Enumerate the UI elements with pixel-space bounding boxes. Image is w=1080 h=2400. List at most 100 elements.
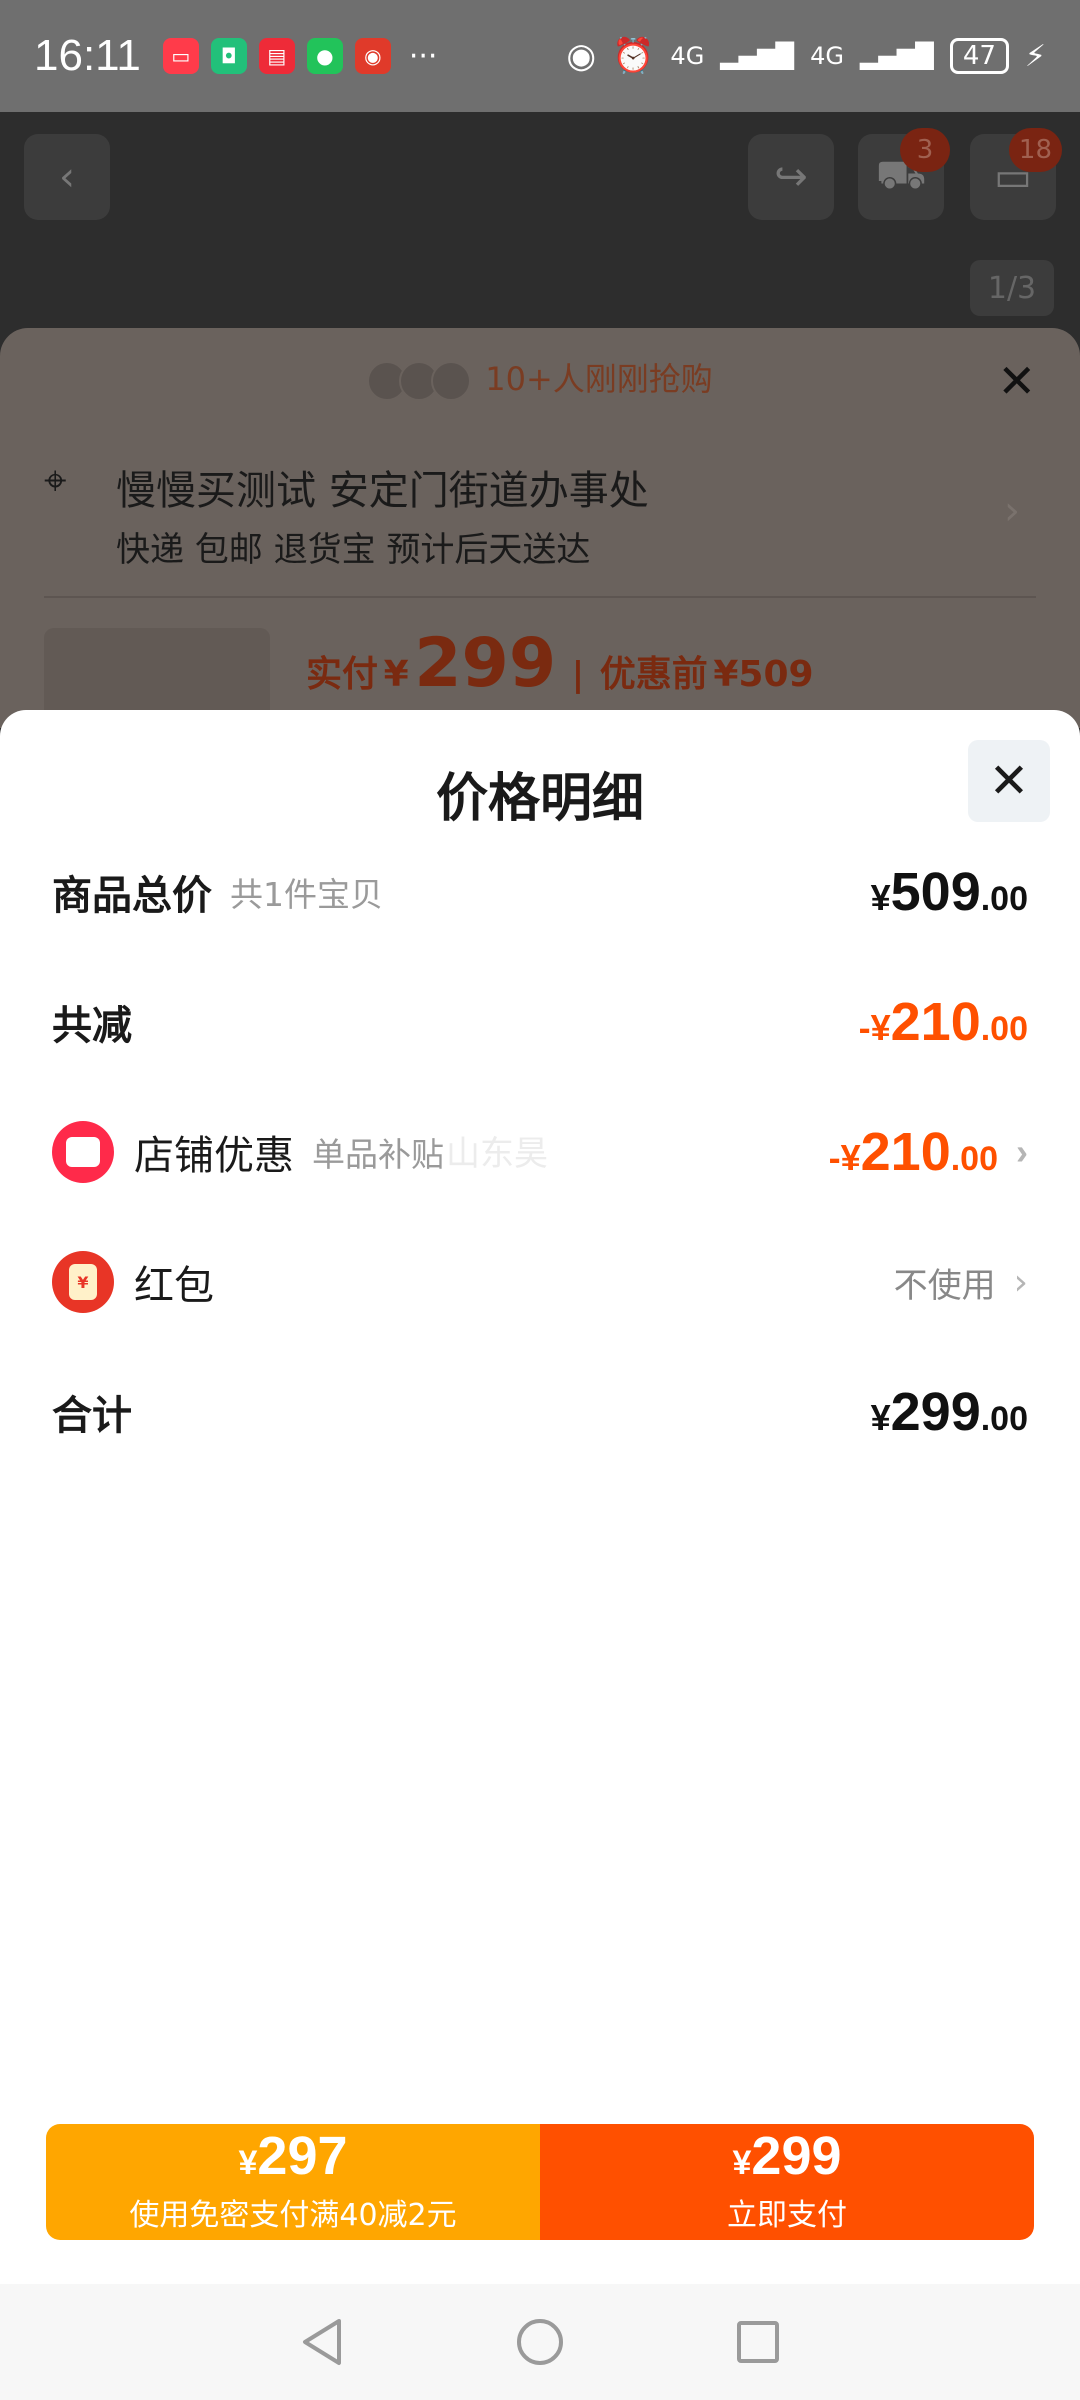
back-icon: ‹ xyxy=(59,154,75,200)
recent-buyers: 10+人刚刚抢购 xyxy=(0,354,1080,401)
cart-button[interactable]: ⛟ 3 xyxy=(858,128,950,220)
store-discount-label: 店铺优惠 xyxy=(134,1133,294,1179)
goods-count: 共1件宝贝 xyxy=(230,875,383,914)
more-notifications-icon: ··· xyxy=(408,38,438,74)
red-packet-label: 红包 xyxy=(134,1263,214,1309)
red-packet-icon: ¥ xyxy=(52,1251,114,1313)
price-separator: | xyxy=(571,655,585,695)
nav-back-button[interactable] xyxy=(297,2317,347,2367)
currency: ¥ xyxy=(870,877,891,918)
password-free-pay-button[interactable]: ¥297 使用免密支付满40减2元 xyxy=(46,2124,540,2240)
amount-integer: 299 xyxy=(890,1382,981,1442)
deal-app-icon: ◉ xyxy=(354,38,391,74)
nav-home-button[interactable] xyxy=(515,2317,565,2367)
buyers-text: 10+人刚刚抢购 xyxy=(485,360,713,398)
amount: 297 xyxy=(257,2126,348,2186)
amount-decimal: .00 xyxy=(950,1140,998,1178)
address-line1: 慢慢买测试 安定门街道办事处 xyxy=(116,468,649,514)
buyer-avatars xyxy=(367,361,477,401)
currency: -¥ xyxy=(828,1137,861,1178)
divider xyxy=(44,596,1036,598)
amount-decimal: .00 xyxy=(980,880,1028,918)
currency: ¥ xyxy=(870,1397,891,1438)
nav-recents-button[interactable] xyxy=(733,2317,783,2367)
amount-integer: 210 xyxy=(890,992,981,1052)
battery-level: 47 xyxy=(949,38,1009,74)
pay-now-button[interactable]: ¥299 立即支付 xyxy=(540,2124,1034,2240)
signal-icon-2: ▂▄▆█ xyxy=(860,42,934,70)
robot-app-icon: ◘ xyxy=(210,38,247,74)
notification-icons: ▭ ◘ ▤ ● ◉ xyxy=(162,38,391,74)
pay-bar: ¥297 使用免密支付满40减2元 ¥299 立即支付 xyxy=(46,2124,1034,2240)
message-button[interactable]: ▭ 18 xyxy=(970,128,1062,220)
amount-integer: 210 xyxy=(860,1122,951,1182)
password-free-label: 使用免密支付满40减2元 xyxy=(129,2198,457,2233)
goods-total-label: 商品总价 xyxy=(52,873,212,919)
goods-total-amount: ¥509.00 xyxy=(871,861,1028,923)
status-right: ◉ ⏰ 4G ▂▄▆█ 4G ▂▄▆█ 47 ⚡ xyxy=(566,36,1046,76)
eye-icon: ◉ xyxy=(566,36,597,76)
store-discount-amount: -¥ 210.00 › xyxy=(829,1121,1028,1183)
row-goods-total: 商品总价 共1件宝贝 ¥509.00 xyxy=(52,852,1028,932)
avatar xyxy=(431,361,472,401)
network-signal-2: 4G xyxy=(810,42,844,70)
store-icon xyxy=(52,1121,114,1183)
before-discount-label: 优惠前 xyxy=(599,654,708,695)
row-red-packet[interactable]: ¥ 红包 不使用 › xyxy=(52,1242,1028,1322)
wechat-icon: ● xyxy=(306,38,343,74)
red-packet-status-group: 不使用 › xyxy=(894,1258,1028,1307)
back-triangle-icon xyxy=(303,2319,341,2365)
chevron-right-icon: › xyxy=(1004,488,1020,534)
row-total-reduction: 共减 -¥ 210.00 xyxy=(52,982,1028,1062)
alarm-icon: ⏰ xyxy=(612,36,655,76)
pay-amount: 299 xyxy=(414,624,557,703)
status-time: 16:11 xyxy=(34,31,141,80)
currency: ¥ xyxy=(732,2144,752,2182)
store-discount-sub: 单品补贴 xyxy=(312,1135,444,1174)
message-badge: 18 xyxy=(1008,128,1062,172)
pay-now-amount: ¥299 xyxy=(732,2129,841,2197)
order-sheet-close-icon[interactable]: ✕ xyxy=(997,354,1036,408)
message-app-icon: ▤ xyxy=(258,38,295,74)
back-button[interactable]: ‹ xyxy=(24,134,110,220)
network-signal-1: 4G xyxy=(670,42,705,70)
currency: ¥ xyxy=(238,2144,258,2182)
amount-integer: 509 xyxy=(890,862,981,922)
actual-pay-price: 实付 ¥ 299 | 优惠前 ¥509 xyxy=(306,624,814,703)
address-line2: 快递 包邮 退货宝 预计后天送达 xyxy=(116,530,591,570)
order-sheet-behind: 10+人刚刚抢购 ✕ ⌖ 慢慢买测试 安定门街道办事处 快递 包邮 退货宝 预计… xyxy=(0,328,1080,738)
huawei-app-icon: ▭ xyxy=(162,38,199,74)
chevron-right-icon: › xyxy=(1013,1261,1028,1303)
amount-decimal: .00 xyxy=(980,1010,1028,1048)
share-icon: ↪ xyxy=(774,154,808,200)
amount: 299 xyxy=(751,2126,842,2186)
recents-square-icon xyxy=(737,2321,779,2363)
pay-label: 实付 xyxy=(306,654,379,695)
image-counter: 1/3 xyxy=(970,260,1054,316)
close-icon: ✕ xyxy=(988,753,1030,809)
share-button[interactable]: ↪ xyxy=(748,134,834,220)
reduction-amount: -¥ 210.00 xyxy=(859,991,1028,1053)
cart-badge: 3 xyxy=(900,128,950,172)
sheet-title: 价格明细 xyxy=(435,769,644,829)
reduction-label: 共减 xyxy=(52,1003,132,1049)
pay-currency: ¥ xyxy=(383,654,409,695)
red-packet-status: 不使用 xyxy=(893,1265,996,1306)
status-bar: 16:11 ▭ ◘ ▤ ● ◉ ··· ◉ ⏰ 4G ▂▄▆█ 4G ▂▄▆█ … xyxy=(0,0,1080,112)
amount-decimal: .00 xyxy=(980,1400,1028,1438)
delivery-address[interactable]: ⌖ 慢慢买测试 安定门街道办事处 快递 包邮 退货宝 预计后天送达 xyxy=(44,458,649,570)
charging-icon: ⚡ xyxy=(1024,38,1046,74)
home-circle-icon xyxy=(517,2319,563,2365)
close-button[interactable]: ✕ xyxy=(968,740,1050,822)
currency: -¥ xyxy=(858,1007,891,1048)
password-free-amount: ¥297 xyxy=(238,2129,347,2197)
system-navigation-bar xyxy=(0,2284,1080,2400)
before-discount-amount: ¥509 xyxy=(713,654,814,695)
chevron-right-icon: › xyxy=(1016,1131,1028,1172)
pay-now-label: 立即支付 xyxy=(727,2198,847,2233)
location-pin-icon: ⌖ xyxy=(44,458,67,504)
watermark: 山东昊 xyxy=(446,1134,548,1174)
grand-total-amount: ¥299.00 xyxy=(871,1381,1028,1443)
grand-total-label: 合计 xyxy=(52,1393,132,1439)
signal-icon: ▂▄▆█ xyxy=(720,42,795,70)
